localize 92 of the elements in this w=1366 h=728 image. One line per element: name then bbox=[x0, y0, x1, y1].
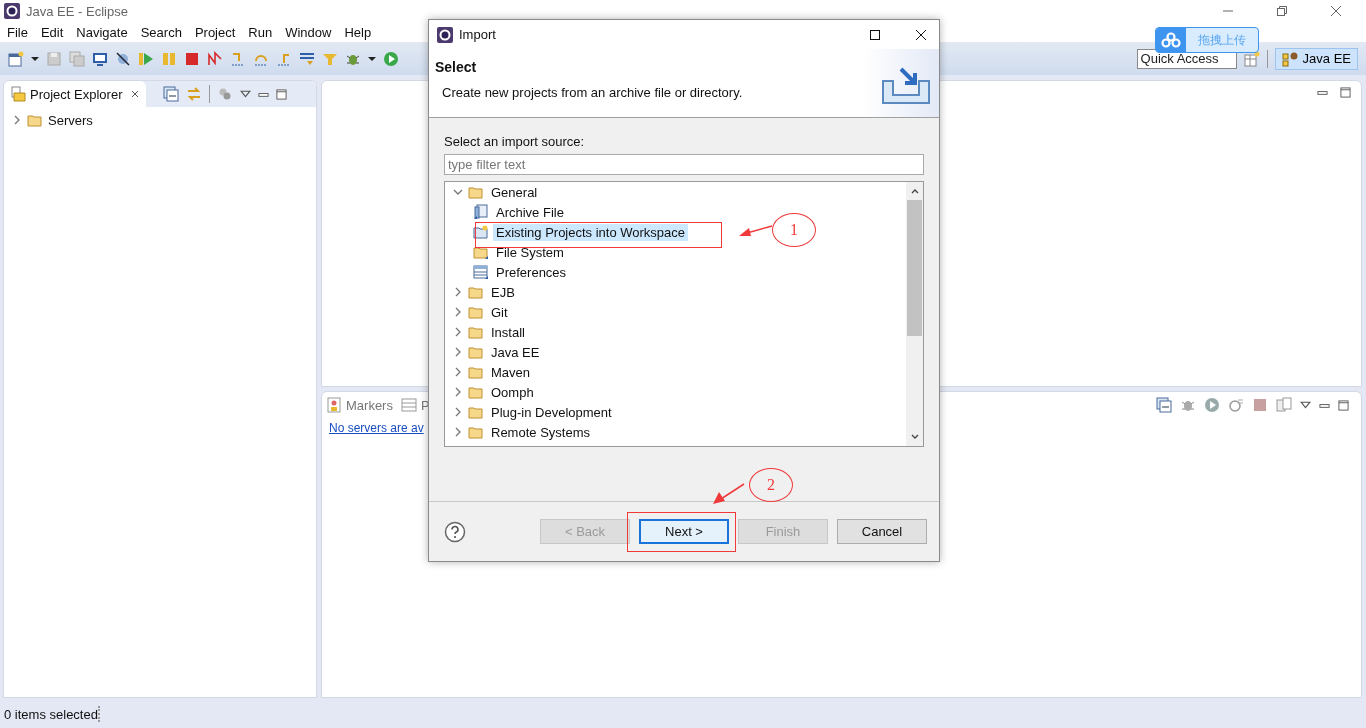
expanded-chevron-icon[interactable] bbox=[453, 187, 463, 197]
monitor-icon[interactable] bbox=[92, 50, 108, 67]
folder-icon bbox=[468, 424, 484, 440]
collapsed-chevron-icon[interactable] bbox=[453, 367, 463, 377]
run-icon[interactable] bbox=[383, 50, 399, 67]
dropdown-caret-icon[interactable] bbox=[31, 54, 39, 63]
tree-item[interactable]: Existing Projects into Workspace bbox=[493, 223, 689, 241]
collapsed-chevron-icon[interactable] bbox=[453, 427, 463, 437]
menu-item[interactable]: Project bbox=[194, 24, 236, 40]
collapsed-chevron-icon[interactable] bbox=[12, 115, 22, 125]
tree-item[interactable]: Archive File bbox=[493, 203, 567, 221]
folder-icon bbox=[468, 344, 484, 360]
close-icon[interactable] bbox=[915, 28, 927, 41]
collapsed-chevron-icon[interactable] bbox=[453, 287, 463, 297]
tree-item[interactable]: Plug-in Development bbox=[488, 403, 615, 421]
eclipse-logo-icon bbox=[4, 3, 20, 19]
folder-icon bbox=[468, 324, 484, 340]
folder-icon bbox=[468, 284, 484, 300]
open-perspective-icon[interactable] bbox=[1243, 50, 1260, 67]
maximize-icon[interactable] bbox=[869, 28, 881, 41]
folder-icon bbox=[473, 244, 489, 260]
new-file-icon[interactable] bbox=[8, 50, 24, 67]
tree-item[interactable]: Java EE bbox=[488, 343, 543, 361]
field-label: Select an import source: bbox=[444, 134, 586, 149]
tree-item[interactable]: Git bbox=[488, 303, 511, 321]
collapsed-chevron-icon[interactable] bbox=[453, 327, 463, 337]
resume-icon[interactable] bbox=[138, 50, 154, 67]
tree-item[interactable]: Install bbox=[488, 323, 528, 341]
menu-item[interactable]: Help bbox=[344, 24, 372, 40]
import-tray-icon bbox=[881, 65, 931, 105]
folder-icon bbox=[27, 112, 43, 128]
jar-file-icon bbox=[473, 204, 489, 220]
page-description: Create new projects from an archive file or directory. bbox=[441, 85, 744, 100]
tree-item[interactable]: General bbox=[488, 183, 541, 201]
collapsed-chevron-icon[interactable] bbox=[453, 407, 463, 417]
menu-item[interactable]: Edit bbox=[40, 24, 64, 40]
menu-item[interactable]: Search bbox=[140, 24, 182, 40]
collapsed-chevron-icon[interactable] bbox=[453, 387, 463, 397]
status-text: 0 items selected bbox=[4, 706, 98, 722]
dialog-button[interactable]: Cancel bbox=[837, 519, 927, 544]
help-icon[interactable] bbox=[444, 520, 466, 543]
menu-item[interactable]: Window bbox=[285, 24, 332, 40]
dropdown-caret-icon[interactable] bbox=[368, 54, 376, 63]
eclipse-logo-icon bbox=[437, 26, 453, 43]
menu-item[interactable]: Run bbox=[248, 24, 273, 40]
panel-tab[interactable]: Markers bbox=[326, 397, 393, 413]
folder-icon bbox=[468, 304, 484, 320]
collapsed-chevron-icon[interactable] bbox=[453, 307, 463, 317]
collapse-all-icon[interactable] bbox=[1156, 397, 1172, 413]
markers-icon bbox=[326, 397, 342, 413]
scrollbar-thumb[interactable] bbox=[907, 200, 922, 336]
folder-icon bbox=[468, 404, 484, 420]
dialog-title: Import bbox=[459, 27, 496, 42]
folder-star-icon bbox=[473, 224, 489, 240]
tree-item[interactable]: Oomph bbox=[488, 383, 537, 401]
play-icon[interactable] bbox=[1204, 397, 1220, 413]
menu-item[interactable]: File bbox=[7, 24, 28, 40]
page-heading: Select bbox=[435, 59, 478, 75]
annotation-arrow bbox=[713, 483, 745, 505]
filter-field[interactable]: type filter text bbox=[444, 154, 924, 175]
tree-item[interactable]: Preferences bbox=[493, 263, 570, 281]
table-icon bbox=[473, 264, 489, 280]
tree-item[interactable]: Maven bbox=[488, 363, 534, 381]
no-servers-link[interactable]: No servers are av bbox=[329, 418, 424, 438]
drop-to-frame-icon[interactable] bbox=[299, 50, 315, 67]
collapse-all-icon[interactable] bbox=[163, 86, 180, 102]
annotation-arrow bbox=[739, 224, 773, 238]
restore-icon[interactable] bbox=[1276, 5, 1288, 17]
view-menu-icon[interactable] bbox=[240, 88, 252, 100]
folder-icon bbox=[468, 184, 484, 200]
dialog-button[interactable]: Next > bbox=[639, 519, 729, 544]
close-icon[interactable] bbox=[130, 89, 141, 99]
tree-item[interactable]: Servers bbox=[48, 112, 93, 128]
stop-icon[interactable] bbox=[184, 50, 200, 67]
window-title: Java EE - Eclipse bbox=[26, 3, 128, 19]
stop-icon[interactable] bbox=[1252, 397, 1268, 413]
table-icon bbox=[400, 397, 417, 413]
tree-item[interactable]: EJB bbox=[488, 283, 518, 301]
explorer-icon bbox=[10, 86, 26, 102]
folder-icon bbox=[468, 384, 484, 400]
menu-item[interactable]: Navigate bbox=[76, 24, 128, 40]
perspective-icon bbox=[1281, 50, 1298, 67]
view-menu-icon[interactable] bbox=[1300, 399, 1311, 411]
tree-item[interactable]: Remote Systems bbox=[488, 423, 593, 441]
collapsed-chevron-icon[interactable] bbox=[453, 347, 463, 357]
tree-item[interactable]: File System bbox=[493, 243, 567, 261]
java-ee-perspective-button[interactable]: Java EE bbox=[1274, 47, 1358, 70]
disconnect-icon[interactable] bbox=[207, 50, 223, 67]
project-explorer-tab[interactable]: Project Explorer bbox=[4, 81, 147, 107]
skip-breakpoints-icon[interactable] bbox=[115, 50, 131, 67]
cloud-icon bbox=[1161, 32, 1181, 48]
folder-icon bbox=[468, 364, 484, 380]
